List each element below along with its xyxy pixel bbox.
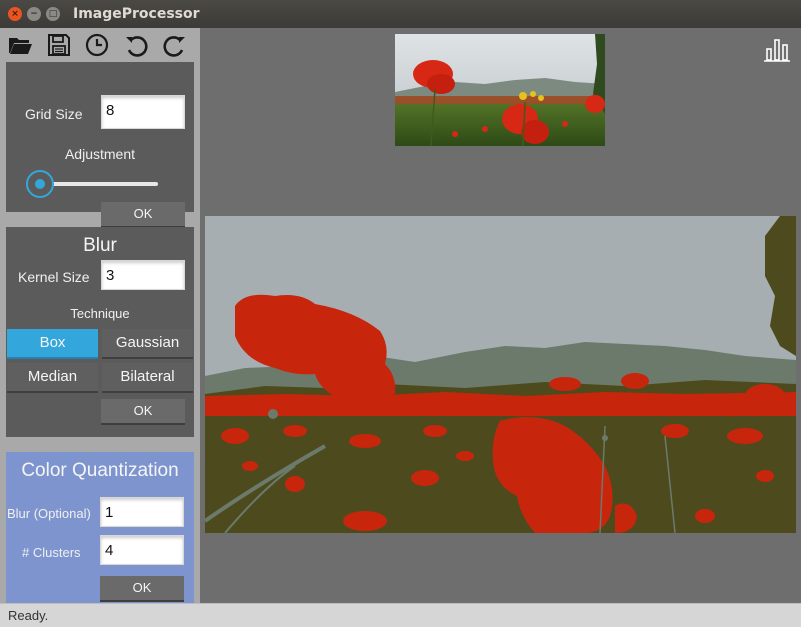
clusters-label: # Clusters	[22, 545, 81, 560]
color-quantization-title: Color Quantization	[21, 460, 179, 481]
window-title: ImageProcessor	[73, 6, 200, 22]
grid-ok-button[interactable]: OK	[101, 202, 185, 228]
technique-gaussian-button[interactable]: Gaussian	[102, 329, 193, 359]
open-folder-icon[interactable]	[6, 31, 34, 59]
status-text: Ready.	[8, 608, 49, 623]
maximize-window-button[interactable]: □	[46, 7, 60, 21]
sidebar: Grid Size 8 Adjustment OK Blur Kernel Si…	[0, 28, 200, 603]
status-bar: Ready.	[0, 603, 801, 627]
blur-panel: Blur Kernel Size 3 Technique Box Gaussia…	[6, 227, 194, 437]
original-thumbnail[interactable]	[395, 34, 605, 146]
image-canvas	[205, 28, 801, 603]
adjustment-slider-handle[interactable]	[26, 170, 54, 198]
adjustment-label: Adjustment	[64, 146, 136, 162]
save-icon[interactable]	[45, 31, 73, 59]
history-clock-icon[interactable]	[84, 31, 112, 59]
main-window: Grid Size 8 Adjustment OK Blur Kernel Si…	[0, 28, 801, 603]
histogram-button[interactable]	[761, 36, 793, 64]
minimize-window-button[interactable]: −	[27, 7, 41, 21]
grid-panel: Grid Size 8 Adjustment OK	[6, 62, 194, 228]
adjustment-slider-track[interactable]	[40, 182, 158, 186]
grid-size-label: Grid Size	[25, 106, 83, 122]
technique-box-button[interactable]: Box	[7, 329, 98, 359]
blur-optional-input[interactable]: 1	[100, 497, 184, 527]
technique-label: Technique	[70, 306, 130, 321]
technique-median-button[interactable]: Median	[7, 363, 98, 393]
close-window-button[interactable]: ×	[8, 7, 22, 21]
technique-bilateral-button[interactable]: Bilateral	[102, 363, 193, 393]
blur-ok-button[interactable]: OK	[101, 399, 185, 425]
color-quantization-panel: Color Quantization Blur (Optional) 1 # C…	[6, 452, 194, 603]
processed-image[interactable]	[205, 216, 796, 533]
grid-size-input[interactable]: 8	[101, 95, 185, 129]
clusters-input[interactable]: 4	[100, 535, 184, 565]
histogram-icon	[764, 39, 790, 62]
undo-icon[interactable]	[122, 31, 150, 59]
kernel-size-input[interactable]: 3	[101, 260, 185, 290]
blur-title: Blur	[83, 235, 117, 256]
blur-optional-label: Blur (Optional)	[7, 506, 91, 521]
redo-icon[interactable]	[161, 31, 189, 59]
quantization-ok-button[interactable]: OK	[100, 576, 184, 602]
toolbar	[0, 28, 200, 62]
kernel-size-label: Kernel Size	[18, 269, 90, 285]
title-bar: × − □ ImageProcessor	[0, 0, 801, 28]
